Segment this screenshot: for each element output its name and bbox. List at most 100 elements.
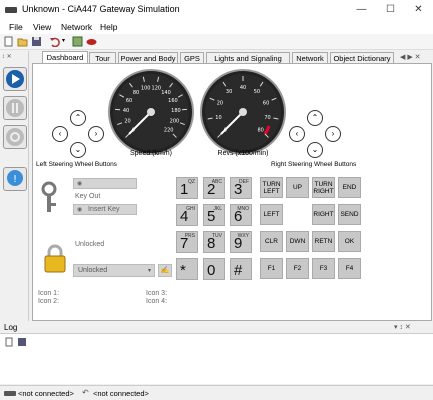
gauge-tick-label: 70: [264, 115, 270, 121]
gauge-tick-label: 180: [171, 108, 181, 114]
minimize-button[interactable]: —: [347, 0, 376, 20]
gauge-tick-label: 200: [170, 119, 180, 125]
keypad-key-5[interactable]: JKL 5: [203, 204, 225, 226]
window-title: Unknown - CiA447 Gateway Simulation: [22, 4, 180, 14]
pause-icon: [6, 99, 24, 117]
help-button[interactable]: !: [3, 167, 27, 191]
gauge-tick-label: 20: [217, 100, 223, 106]
keypad-key-6[interactable]: MNO 6: [230, 204, 252, 226]
undo-icon[interactable]: [49, 36, 60, 47]
play-icon: [6, 70, 24, 88]
gauge-tick-label: 140: [161, 90, 171, 96]
insert-key-button[interactable]: ◉ Insert Key: [73, 204, 137, 215]
menu-help[interactable]: Help: [100, 22, 117, 32]
keypad-key-8[interactable]: TUV 8: [203, 231, 225, 253]
right-wheel-down-button[interactable]: ⌄: [307, 142, 323, 158]
gauge-tick-label: 40: [240, 85, 246, 91]
keypad-key-1[interactable]: QZ 1: [176, 177, 198, 199]
keypad-key-9[interactable]: WXY 9: [230, 231, 252, 253]
stop-button[interactable]: [3, 125, 27, 149]
open-folder-icon[interactable]: [17, 36, 28, 47]
network-icon[interactable]: [72, 36, 83, 47]
left-steering-label: Left Steering Wheel Buttons: [36, 161, 117, 168]
log-save-icon[interactable]: [17, 337, 27, 347]
phone-keypad: QZ 1 ABC 2 DEF 3 GHI 4 JKL 5 MNO 6 PRS 7 TUV 8 WXY 9 * 0 #: [176, 177, 258, 284]
icon3-label: Icon 3:: [146, 290, 168, 297]
icon2-label: Icon 2:: [38, 298, 60, 305]
lock-toggle-button[interactable]: ✍: [158, 264, 172, 277]
key-icon: [41, 181, 57, 212]
maximize-button[interactable]: ☐: [376, 0, 405, 20]
keypad-key-hash[interactable]: #: [230, 258, 252, 280]
function-key-retn[interactable]: RETN: [312, 231, 335, 252]
left-wheel-left-button[interactable]: ‹: [52, 126, 68, 142]
car-icon[interactable]: [86, 36, 97, 47]
radio-icon: ◉: [77, 207, 83, 213]
function-key-empty: [286, 204, 309, 225]
speech-bubble-icon: !: [7, 170, 23, 186]
function-key-turn-left[interactable]: TURN LEFT: [260, 177, 283, 198]
dropdown-arrow-icon[interactable]: ▾: [62, 37, 65, 44]
menu-view[interactable]: View: [33, 22, 51, 32]
function-key-dwn[interactable]: DWN: [286, 231, 309, 252]
log-header: Log ▾ ↕ ✕: [0, 322, 433, 334]
gauge-tick-label: 100: [141, 86, 151, 92]
radio-icon: ◉: [77, 181, 83, 187]
menu-network[interactable]: Network: [61, 22, 92, 32]
function-key-f2[interactable]: F2: [286, 258, 309, 279]
right-wheel-right-button[interactable]: ›: [325, 126, 341, 142]
function-key-up[interactable]: UP: [286, 177, 309, 198]
right-steering-label: Right Steering Wheel Buttons: [271, 161, 357, 168]
function-key-f4[interactable]: F4: [338, 258, 361, 279]
revs-label: Revs (x100/min): [217, 150, 269, 157]
function-key-end[interactable]: END: [338, 177, 361, 198]
tab-scroll-icons[interactable]: ◀ ▶ ✕: [400, 53, 421, 61]
toolbar: ▾: [0, 34, 433, 50]
keypad-key-star[interactable]: *: [176, 258, 198, 280]
function-key-ok[interactable]: OK: [338, 231, 361, 252]
padlock-icon: [44, 244, 66, 273]
log-window-controls[interactable]: ▾ ↕ ✕: [394, 323, 411, 331]
keypad-key-4[interactable]: GHI 4: [176, 204, 198, 226]
log-new-icon[interactable]: [4, 337, 14, 347]
gauge-tick-label: 20: [124, 119, 130, 125]
function-key-f1[interactable]: F1: [260, 258, 283, 279]
tachometer-gauge: 01020304050607080: [200, 69, 286, 155]
function-key-turn-right[interactable]: TURN RIGHT: [312, 177, 335, 198]
keypad-key-7[interactable]: PRS 7: [176, 231, 198, 253]
title-bar: Unknown - CiA447 Gateway Simulation — ☐ …: [0, 0, 433, 20]
gauge-tick-label: 80: [133, 90, 139, 96]
gauge-tick-label: 30: [226, 89, 232, 95]
panel-pin-icon[interactable]: ↕ ✕: [2, 53, 12, 60]
menu-file[interactable]: File: [9, 22, 23, 32]
function-keys: TURN LEFT UP TURN RIGHT END LEFT RIGHT SEND CLR…: [260, 177, 364, 281]
function-key-clr[interactable]: CLR: [260, 231, 283, 252]
save-icon[interactable]: [31, 36, 42, 47]
function-key-send[interactable]: SEND: [338, 204, 361, 225]
close-button[interactable]: ✕: [404, 0, 433, 20]
left-wheel-up-button[interactable]: ⌃: [70, 110, 86, 126]
chevron-down-icon: ▾: [147, 268, 151, 274]
right-wheel-up-button[interactable]: ⌃: [307, 110, 323, 126]
keypad-key-0[interactable]: 0: [203, 258, 225, 280]
left-wheel-right-button[interactable]: ›: [88, 126, 104, 142]
right-wheel-left-button[interactable]: ‹: [289, 126, 305, 142]
svg-text:!: !: [13, 174, 17, 185]
gauge-tick-label: 40: [123, 108, 129, 114]
lock-select[interactable]: Unlocked ▾: [73, 264, 155, 277]
key-state-field: ◉: [73, 178, 137, 189]
left-wheel-down-button[interactable]: ⌄: [70, 142, 86, 158]
left-tool-panel: ↕ ✕ !: [0, 51, 29, 321]
function-key-left[interactable]: LEFT: [260, 204, 283, 225]
keypad-key-3[interactable]: DEF 3: [230, 177, 252, 199]
new-file-icon[interactable]: [3, 36, 14, 47]
gauge-tick-label: 160: [168, 98, 178, 104]
function-key-right[interactable]: RIGHT: [312, 204, 335, 225]
speed-label: Speed (km/h): [129, 150, 173, 157]
speedometer-gauge: 020406080100120140160180200220: [108, 69, 194, 155]
status-left: <not connected>: [18, 389, 74, 398]
keypad-key-2[interactable]: ABC 2: [203, 177, 225, 199]
pause-button[interactable]: [3, 96, 27, 120]
function-key-f3[interactable]: F3: [312, 258, 335, 279]
play-button[interactable]: [3, 67, 27, 91]
